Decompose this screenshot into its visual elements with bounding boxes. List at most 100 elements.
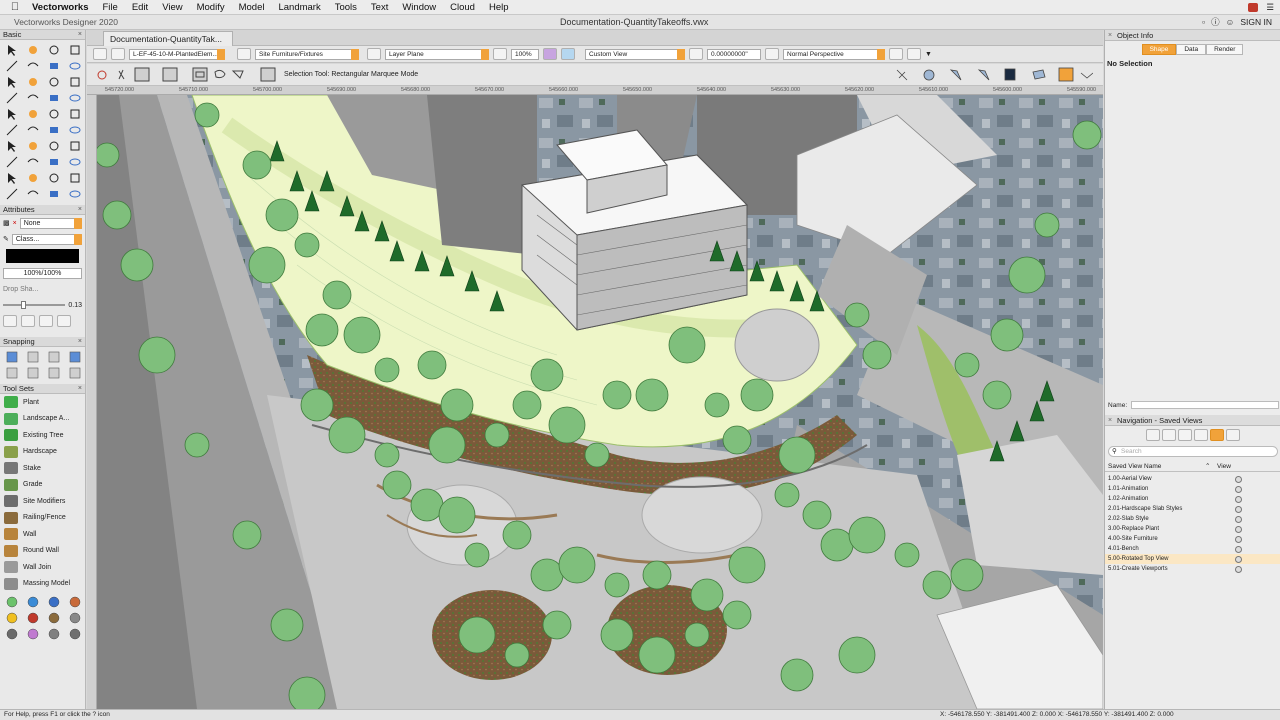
toolset-item[interactable]: Railing/Fence [0, 510, 85, 527]
saved-view-row[interactable]: 3.00-Replace Plant [1105, 524, 1280, 534]
snap-mode-icons[interactable] [893, 64, 1093, 86]
layers-icon[interactable] [1162, 429, 1176, 441]
toolset-item[interactable]: Stake [0, 460, 85, 477]
snap-mode-icon[interactable] [45, 349, 63, 364]
toolset-shortcut-icon[interactable] [24, 626, 42, 641]
snap-mode-icon[interactable] [3, 365, 21, 380]
visibility-icon[interactable] [907, 48, 921, 60]
callout-tool-icon[interactable] [24, 58, 42, 73]
toolset-shortcut-icon[interactable] [66, 610, 84, 625]
menu-file[interactable]: File [103, 2, 118, 13]
bucket-tool-icon[interactable] [24, 186, 42, 201]
sign-in-link[interactable]: SIGN IN [1240, 17, 1272, 27]
saved-view-row[interactable]: 5.01-Create Viewports [1105, 564, 1280, 574]
regular-polygon-tool-icon[interactable] [66, 106, 84, 121]
saved-views-icon[interactable] [1210, 429, 1224, 441]
restore-view-icon[interactable] [1235, 516, 1242, 523]
classes-icon[interactable] [1146, 429, 1160, 441]
rectangle-tool-icon[interactable] [45, 74, 63, 89]
view-select[interactable]: Custom View [585, 48, 685, 60]
chevron-down-icon[interactable]: ▼ [925, 51, 932, 58]
saved-view-row[interactable]: 2.02-Slab Style [1105, 514, 1280, 524]
tab-shape[interactable]: Shape [1141, 44, 1177, 55]
restore-view-icon[interactable] [1235, 476, 1242, 483]
menu-text[interactable]: Text [371, 2, 388, 13]
restore-view-icon[interactable] [1235, 536, 1242, 543]
flyover-icon[interactable] [543, 48, 557, 60]
restore-view-icon[interactable] [1235, 566, 1242, 573]
arrowhead-icon[interactable] [3, 315, 17, 327]
toolset-item[interactable]: Plant [0, 394, 85, 411]
toolset-shortcut-icon[interactable] [24, 610, 42, 625]
layer-plane-select[interactable]: Layer Plane [385, 48, 489, 60]
snap-mode-icon[interactable] [3, 349, 21, 364]
toolset-shortcut-icon[interactable] [66, 594, 84, 609]
toolset-item[interactable]: Landscape A... [0, 411, 85, 428]
snap-mode-icon[interactable] [45, 365, 63, 380]
close-icon[interactable]: × [78, 205, 85, 214]
snap-mode-icon[interactable] [66, 349, 84, 364]
opacity-field[interactable]: 100%/100% [3, 267, 82, 279]
zoom-tool-icon[interactable] [66, 42, 84, 57]
toolset-item[interactable]: Hardscape [0, 444, 85, 461]
menu-model[interactable]: Model [239, 2, 265, 13]
restore-view-icon[interactable] [1235, 496, 1242, 503]
connect-tool-icon[interactable] [45, 154, 63, 169]
arrowhead-icon[interactable] [21, 315, 35, 327]
arc-quarter-tool-icon[interactable] [24, 122, 42, 137]
locus-tool-icon[interactable] [45, 58, 63, 73]
views-search-input[interactable]: ⚲ Search [1108, 446, 1278, 457]
zoom-field[interactable]: 100% [511, 48, 539, 60]
wall-tool-icon[interactable] [45, 186, 63, 201]
toolset-shortcut-icon[interactable] [45, 594, 63, 609]
pen-select[interactable]: Class... [11, 233, 82, 245]
line-weight-slider[interactable] [3, 301, 66, 309]
fill-select[interactable]: None [19, 217, 82, 229]
layer-icon[interactable] [367, 48, 381, 60]
toolset-shortcut-icon[interactable] [24, 594, 42, 609]
document-tab[interactable]: Documentation-QuantityTak... [103, 31, 233, 46]
section-tool-icon[interactable] [66, 58, 84, 73]
menu-landmark[interactable]: Landmark [278, 2, 320, 13]
close-icon[interactable]: × [78, 30, 85, 39]
menu-tools[interactable]: Tools [335, 2, 357, 13]
circle-tool-icon[interactable] [3, 90, 21, 105]
snap-mode-icon[interactable] [24, 365, 42, 380]
eraser-tool-icon[interactable] [24, 170, 42, 185]
restore-view-icon[interactable] [1235, 556, 1242, 563]
name-field[interactable] [1131, 401, 1279, 409]
rotated-rect-tool-icon[interactable] [3, 170, 21, 185]
saved-view-row[interactable]: 2.01-Hardscape Slab Styles [1105, 504, 1280, 514]
back-icon[interactable] [93, 48, 107, 60]
restore-view-icon[interactable] [1235, 486, 1242, 493]
references-icon[interactable] [1226, 429, 1240, 441]
drawing-canvas[interactable] [97, 95, 1103, 709]
toolset-item[interactable]: Site Modifiers [0, 493, 85, 510]
render-mode-select[interactable]: Normal Perspective [783, 48, 885, 60]
elevation-field[interactable]: 0.00000000" [707, 48, 761, 60]
saved-view-row[interactable]: 1.02-Animation [1105, 494, 1280, 504]
mirror-tool-icon[interactable] [45, 138, 63, 153]
polyline-tool-icon[interactable] [3, 186, 21, 201]
pan-tool-icon[interactable] [24, 42, 42, 57]
menu-modify[interactable]: Modify [197, 2, 225, 13]
zoom-icon[interactable] [493, 48, 507, 60]
menu-help[interactable]: Help [489, 2, 509, 13]
oval-tool-icon[interactable] [24, 90, 42, 105]
freehand-tool-icon[interactable] [66, 90, 84, 105]
saved-view-row[interactable]: 4.00-Site Furniture [1105, 534, 1280, 544]
toolset-item[interactable]: Wall Join [0, 559, 85, 576]
toolset-item[interactable]: Wall [0, 526, 85, 543]
toolset-shortcut-icon[interactable] [66, 626, 84, 641]
close-icon[interactable]: × [78, 384, 85, 393]
selection-tool-icon[interactable] [3, 42, 21, 57]
toolset-item[interactable]: Round Wall [0, 543, 85, 560]
saved-view-row[interactable]: 5.00-Rotated Top View [1105, 554, 1280, 564]
toolset-shortcut-icon[interactable] [45, 610, 63, 625]
saved-view-row[interactable]: 1.01-Animation [1105, 484, 1280, 494]
fillet-tool-icon[interactable] [45, 122, 63, 137]
help-icon[interactable]: ⓘ [1211, 16, 1220, 28]
arrowhead-icon[interactable] [57, 315, 71, 327]
working-plane-icon[interactable] [689, 48, 703, 60]
snap-mode-icon[interactable] [66, 365, 84, 380]
